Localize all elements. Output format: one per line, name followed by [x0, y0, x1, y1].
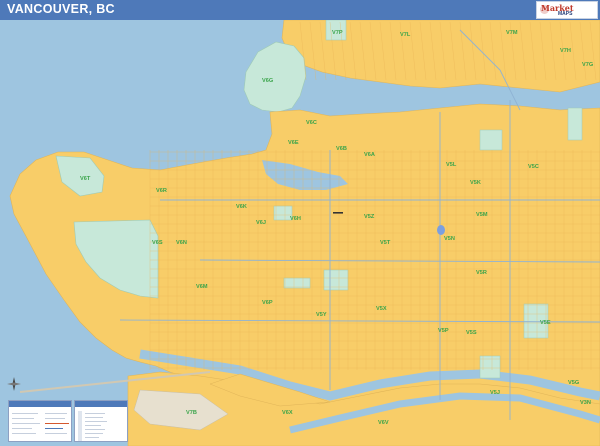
zip-label: V6N [176, 240, 187, 246]
zip-label: V6T [80, 176, 91, 182]
legend-line [12, 423, 40, 424]
street-index-box [74, 400, 128, 442]
zip-label: V7H [560, 48, 571, 54]
zip-label: V6J [256, 220, 266, 226]
legend-swatch [45, 428, 63, 429]
zip-label: V6M [196, 284, 208, 290]
zip-label: V5M [476, 212, 488, 218]
legend-header [9, 401, 71, 407]
trout-lake [437, 225, 445, 235]
map-title: VANCOUVER, BC [7, 2, 115, 16]
zip-label: V7B [186, 410, 197, 416]
north-compass-icon [7, 377, 21, 391]
legend-line [45, 418, 65, 419]
zip-label: V5T [380, 240, 391, 246]
zip-label: V5N [444, 236, 455, 242]
zip-label: V3N [580, 400, 591, 406]
zip-label: V6V [378, 420, 389, 426]
zip-label: V6H [290, 216, 301, 222]
zip-label: V5P [438, 328, 449, 334]
legend-line [12, 413, 38, 414]
legend-line [12, 433, 36, 434]
index-line [85, 413, 105, 414]
zip-label: V6E [288, 140, 299, 146]
zip-label: V7L [400, 32, 411, 38]
index-column [78, 411, 82, 441]
legend-line [45, 433, 67, 434]
market-maps-logo[interactable]: Market MAPS [536, 1, 598, 19]
index-line [85, 425, 101, 426]
chinatown-marker [333, 212, 343, 214]
index-line [85, 437, 99, 438]
zip-label: V7M [506, 30, 518, 36]
legend-box [8, 400, 72, 442]
zip-label: V5K [470, 180, 481, 186]
zip-label: V6G [262, 78, 274, 84]
legend-line [12, 428, 32, 429]
zip-label: V5C [528, 164, 539, 170]
index-line [85, 433, 103, 434]
park-northeast [567, 107, 583, 141]
index-line [85, 421, 107, 422]
zip-label: V5R [476, 270, 487, 276]
zip-label: V7G [582, 62, 594, 68]
park-central [479, 129, 503, 151]
zip-label: V6C [306, 120, 317, 126]
index-line [85, 429, 105, 430]
zip-label: V6P [262, 300, 273, 306]
title-bar: VANCOUVER, BC Market MAPS [0, 0, 600, 20]
zip-label: V5L [446, 162, 457, 168]
zip-label: V5G [568, 380, 580, 386]
zip-label: V7P [332, 30, 343, 36]
legend-swatch [45, 423, 69, 424]
zip-label: V6S [152, 240, 163, 246]
map-canvas[interactable] [0, 20, 600, 446]
index-line [85, 417, 103, 418]
index-header [75, 401, 127, 407]
zip-label: V5Z [364, 214, 375, 220]
zip-label: V6X [282, 410, 293, 416]
zip-label: V6B [336, 146, 347, 152]
zip-label: V6K [236, 204, 247, 210]
legend-line [45, 413, 67, 414]
logo-sub: MAPS [558, 11, 573, 17]
map-frame: VANCOUVER, BC Market MAPS V7P V7L V7M V7… [0, 0, 600, 446]
zip-label: V5X [376, 306, 387, 312]
park-mid [283, 277, 311, 289]
zip-label: V5Y [316, 312, 327, 318]
zip-label: V5S [466, 330, 477, 336]
zip-label: V5J [490, 390, 500, 396]
zip-label: V6A [364, 152, 375, 158]
zip-label: V6R [156, 188, 167, 194]
legend-line [12, 418, 34, 419]
zip-label: V5E [540, 320, 551, 326]
